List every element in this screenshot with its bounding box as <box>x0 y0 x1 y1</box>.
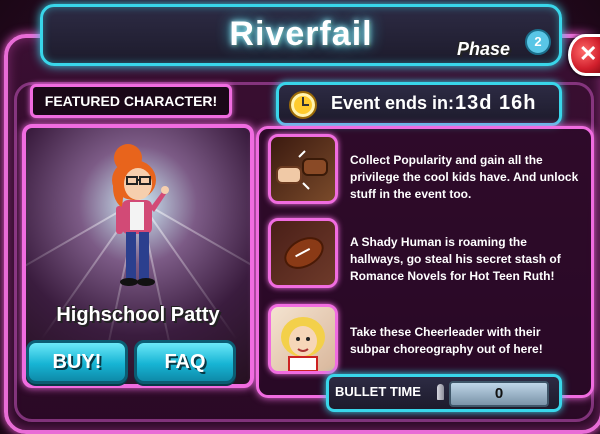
buy-button[interactable]: BUY! <box>26 340 128 384</box>
title-banner: Riverfail Phase 2 <box>40 4 562 66</box>
phase-label: Phase <box>457 39 511 59</box>
fist-bump-icon[interactable] <box>268 134 338 204</box>
football-icon[interactable] <box>268 218 338 288</box>
phase-number-badge: 2 <box>525 29 551 55</box>
character-name: Highschool Patty <box>56 304 220 326</box>
task-description: A Shady Human is roaming the hallways, g… <box>350 235 561 283</box>
alarm-clock-icon <box>289 91 317 119</box>
bullet-icon <box>437 384 444 400</box>
featured-character-label: FEATURED CHARACTER! <box>30 84 232 118</box>
task-description: Take these Cheerleader with their subpar… <box>350 325 543 356</box>
event-timer: Event ends in: 13d 16h <box>276 82 562 126</box>
event-ends-label: Event ends in: <box>331 93 455 113</box>
faq-button[interactable]: FAQ <box>134 340 236 384</box>
bullet-time-count: 0 <box>449 381 549 407</box>
event-time-remaining: 13d 16h <box>455 92 537 114</box>
close-icon: ✕ <box>579 41 598 66</box>
cheerleader-icon[interactable] <box>268 304 338 374</box>
bullet-time-counter: BULLET TIME 0 <box>326 374 562 412</box>
task-description: Collect Popularity and gain all the priv… <box>350 153 579 201</box>
close-button[interactable]: ✕ <box>568 34 600 76</box>
bullet-time-label: BULLET TIME <box>335 384 421 399</box>
